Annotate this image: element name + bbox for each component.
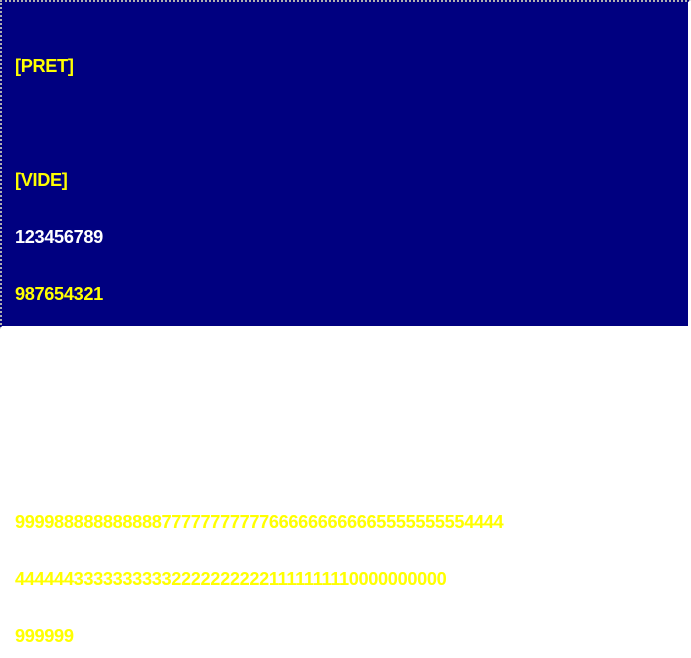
status-line-vide: [VIDE]: [15, 171, 68, 190]
terminal-output: [PRET] [VIDE] 123456789 987654321 000000…: [15, 19, 689, 658]
output-line-5: 9999: [15, 456, 55, 475]
status-line-pret: [PRET]: [15, 57, 74, 76]
output-line-7: 4444443333333333222222222211111111100000…: [15, 570, 447, 589]
output-line-3: 0000000001111111111222222222233333333334…: [15, 342, 475, 361]
terminal-window[interactable]: [PRET] [VIDE] 123456789 987654321 000000…: [0, 0, 691, 646]
output-line-4: 4455555555556666666666777777777778888888…: [15, 399, 504, 418]
output-line-6: 9999888888888887777777777766666666666555…: [15, 513, 504, 532]
output-line-1: 123456789: [15, 228, 103, 247]
output-line-2: 987654321: [15, 285, 103, 304]
output-line-8: 999999: [15, 627, 74, 646]
